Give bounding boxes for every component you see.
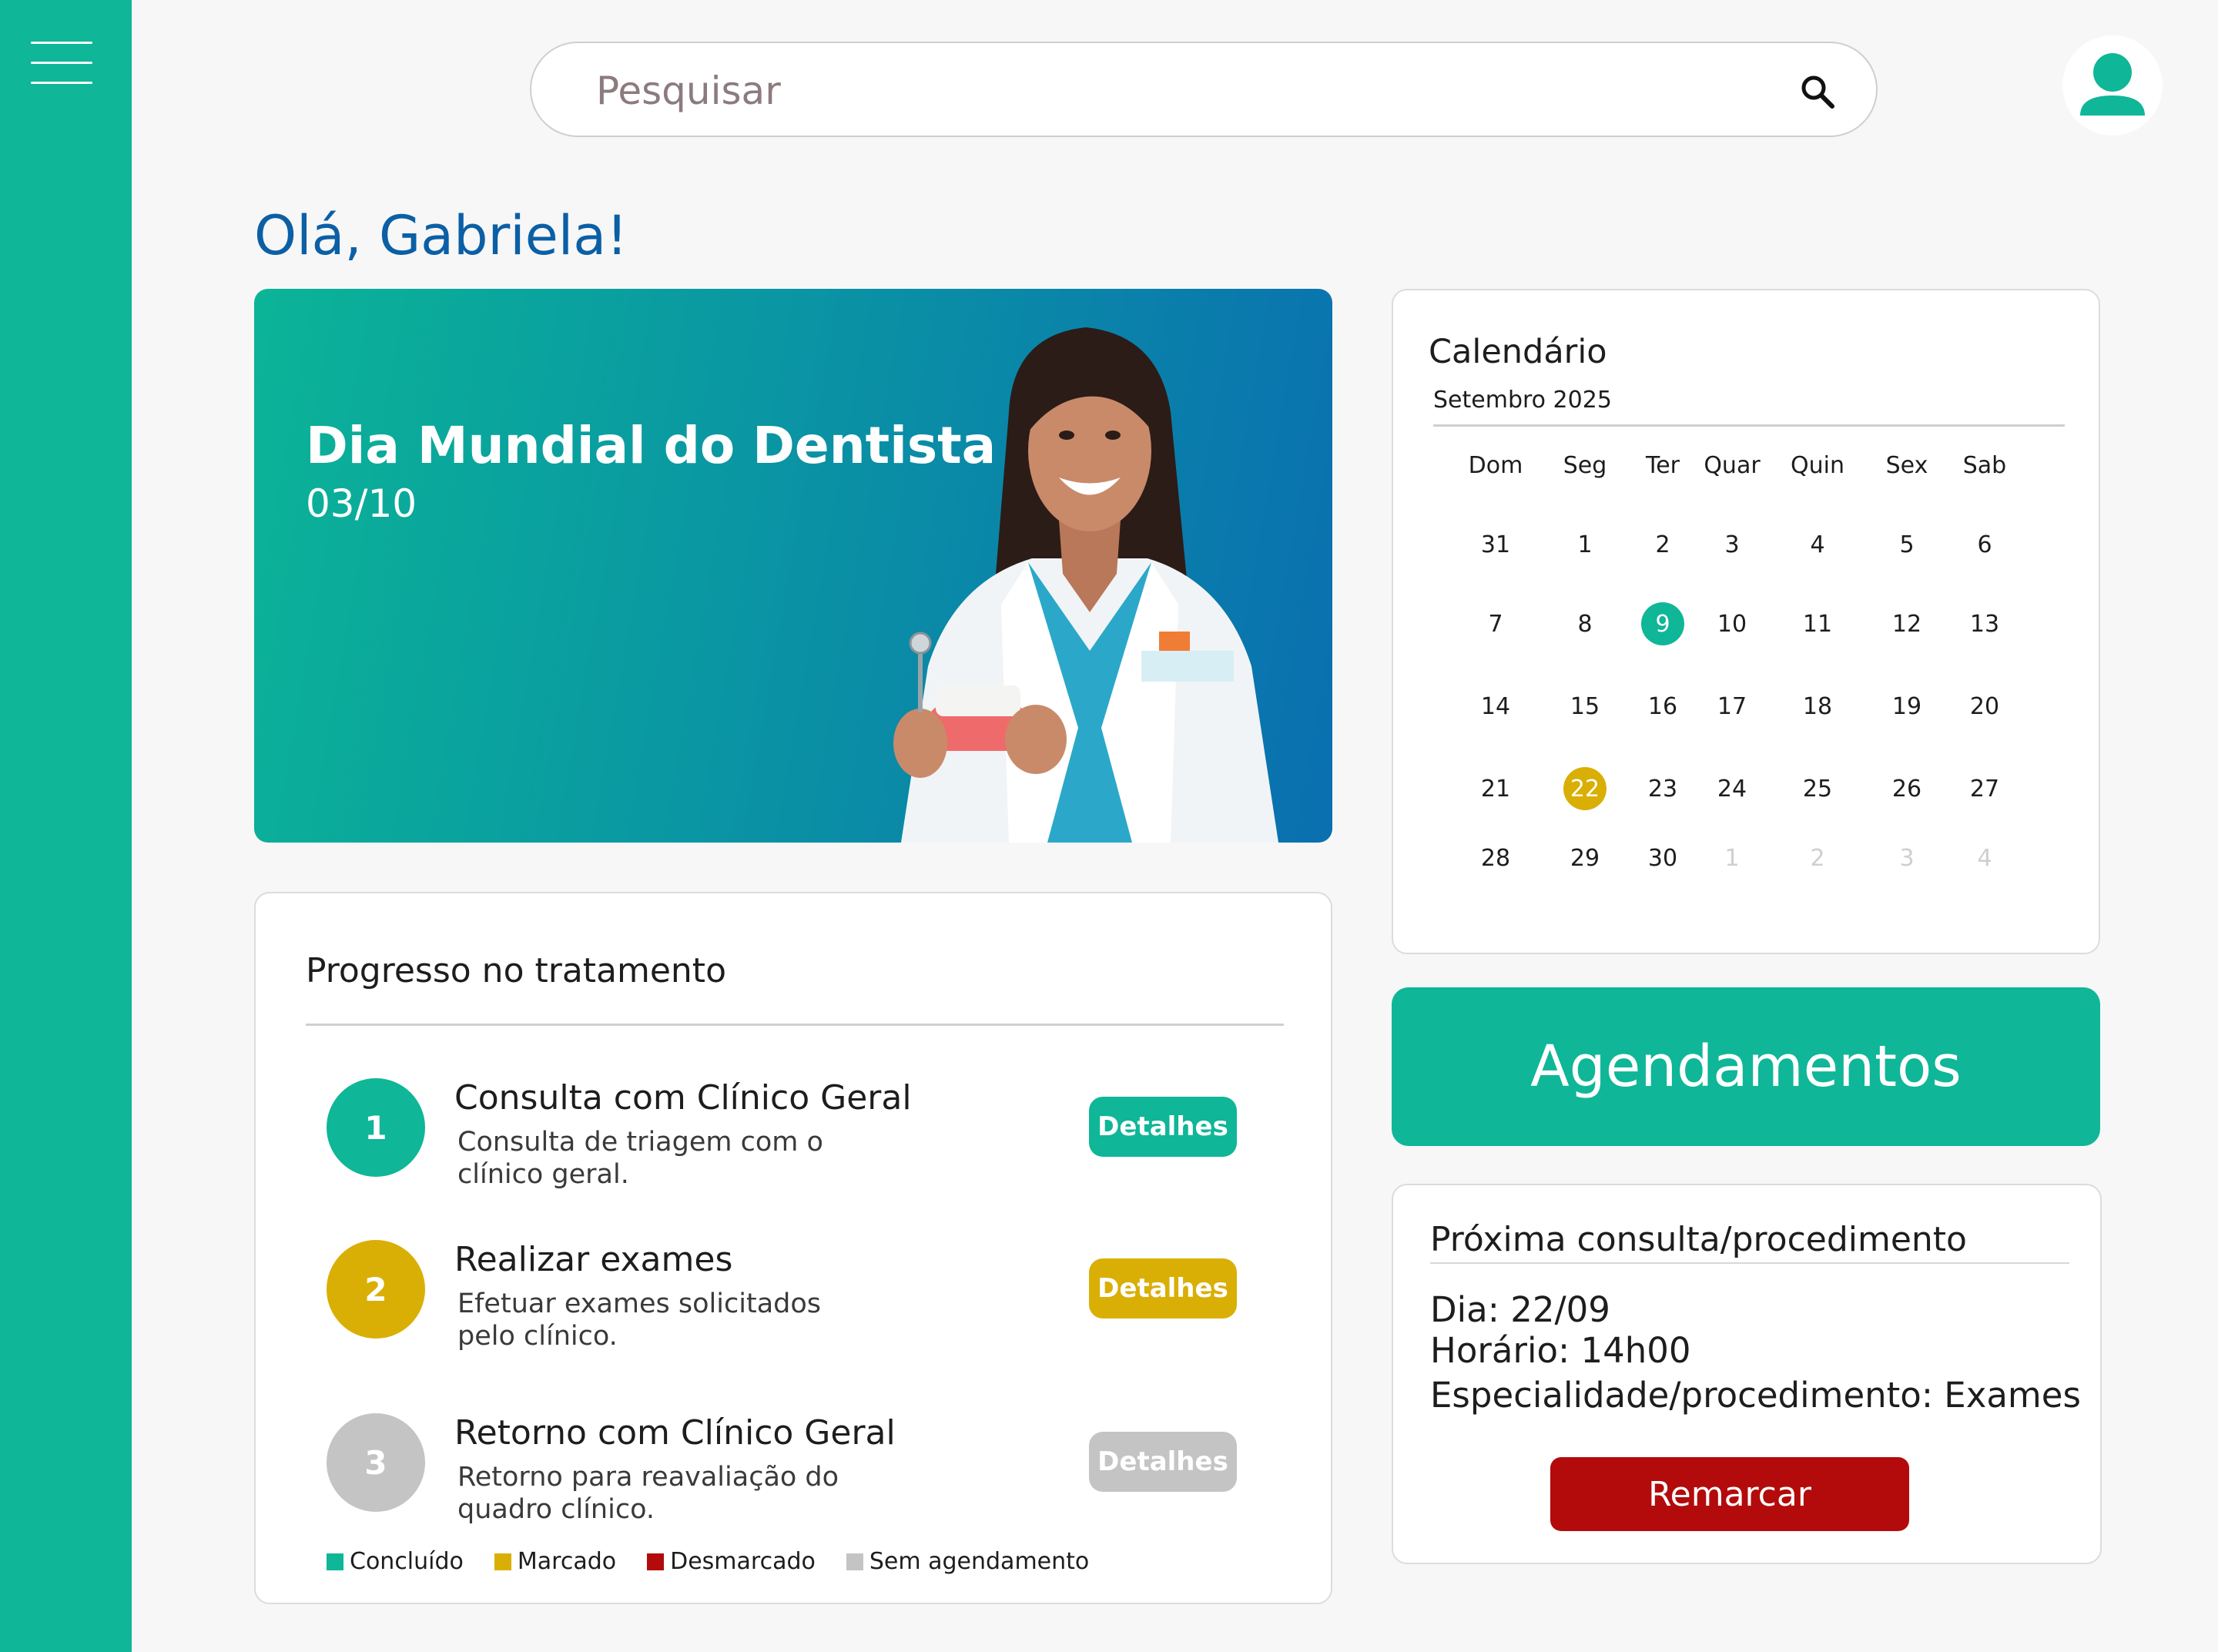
- calendar-day[interactable]: 30: [1641, 836, 1684, 880]
- appointment-day: Dia: 22/09: [1430, 1289, 1610, 1330]
- legend-label: Desmarcado: [670, 1548, 816, 1575]
- search-bar: [530, 42, 1878, 137]
- user-icon: [2080, 53, 2145, 116]
- step-number-badge: 3: [327, 1413, 425, 1512]
- treatment-step-2: 2 Realizar exames Efetuar exames solicit…: [256, 1240, 1331, 1355]
- banner-date: 03/10: [306, 481, 417, 526]
- calendar-weekday: Quin: [1791, 452, 1844, 479]
- calendar-day[interactable]: 3: [1710, 523, 1754, 566]
- details-button[interactable]: Detalhes: [1089, 1258, 1237, 1319]
- sidebar: [0, 0, 132, 1652]
- calendar-title: Calendário: [1429, 333, 1607, 371]
- calendar-weekday: Sex: [1885, 452, 1928, 479]
- calendar-day[interactable]: 12: [1885, 602, 1928, 645]
- calendar-day[interactable]: 27: [1963, 767, 2006, 810]
- calendar-day[interactable]: 20: [1963, 685, 2006, 728]
- search-icon[interactable]: [1798, 72, 1837, 111]
- appointment-time: Horário: 14h00: [1430, 1330, 1691, 1371]
- calendar-day[interactable]: 25: [1796, 767, 1839, 810]
- calendar-weekday: Sab: [1962, 452, 2007, 479]
- legend-item-completed: Concluído: [327, 1548, 464, 1575]
- hamburger-menu-icon[interactable]: [31, 40, 92, 86]
- next-appointment-title: Próxima consulta/procedimento: [1430, 1220, 1967, 1259]
- calendar-day[interactable]: 4: [1963, 836, 2006, 880]
- calendar-weekday: Quar: [1704, 452, 1761, 479]
- divider: [1433, 424, 2065, 427]
- next-appointment-card: Próxima consulta/procedimento Dia: 22/09…: [1392, 1184, 2102, 1564]
- status-legend: Concluído Marcado Desmarcado Sem agendam…: [327, 1548, 1120, 1575]
- calendar-card: Calendário Setembro 2025 Dom Seg Ter Quar Qu…: [1392, 289, 2100, 954]
- calendar-day[interactable]: 22: [1563, 767, 1607, 810]
- calendar-day[interactable]: 15: [1563, 685, 1607, 728]
- calendar-day[interactable]: 16: [1641, 685, 1684, 728]
- dentist-illustration: [893, 327, 1278, 843]
- appointment-specialty: Especialidade/procedimento: Exames: [1430, 1375, 2081, 1416]
- calendar-day[interactable]: 29: [1563, 836, 1607, 880]
- calendar-day[interactable]: 28: [1474, 836, 1517, 880]
- calendar-day[interactable]: 11: [1796, 602, 1839, 645]
- user-avatar[interactable]: [2062, 35, 2163, 136]
- step-description: Consulta de triagem com o clínico geral.: [457, 1127, 823, 1190]
- step-number-badge: 1: [327, 1078, 425, 1177]
- calendar-day[interactable]: 8: [1563, 602, 1607, 645]
- calendar-day[interactable]: 10: [1710, 602, 1754, 645]
- calendar-day[interactable]: 5: [1885, 523, 1928, 566]
- calendar-month: Setembro 2025: [1433, 387, 1612, 414]
- details-button[interactable]: Detalhes: [1089, 1432, 1237, 1492]
- calendar-day[interactable]: 2: [1641, 523, 1684, 566]
- progress-title: Progresso no tratamento: [306, 951, 726, 990]
- calendar-day[interactable]: 1: [1563, 523, 1607, 566]
- calendar-day[interactable]: 14: [1474, 685, 1517, 728]
- calendar-weekday: Ter: [1645, 452, 1680, 479]
- calendar-day[interactable]: 6: [1963, 523, 2006, 566]
- step-title: Retorno com Clínico Geral: [454, 1413, 896, 1453]
- step-description: Efetuar exames solicitados pelo clínico.: [457, 1288, 822, 1352]
- step-title: Realizar exames: [454, 1240, 733, 1279]
- calendar-day[interactable]: 26: [1885, 767, 1928, 810]
- calendar-day[interactable]: 1: [1710, 836, 1754, 880]
- calendar-day[interactable]: 3: [1885, 836, 1928, 880]
- calendar-day[interactable]: 2: [1796, 836, 1839, 880]
- greeting-title: Olá, Gabriela!: [254, 204, 628, 267]
- treatment-progress-card: Progresso no tratamento 1 Consulta com C…: [254, 892, 1332, 1604]
- calendar-day[interactable]: 23: [1641, 767, 1684, 810]
- legend-item-unscheduled: Sem agendamento: [846, 1548, 1089, 1575]
- legend-item-scheduled: Marcado: [494, 1548, 616, 1575]
- appointments-button[interactable]: Agendamentos: [1392, 987, 2100, 1146]
- calendar-day[interactable]: 19: [1885, 685, 1928, 728]
- calendar-day[interactable]: 21: [1474, 767, 1517, 810]
- reschedule-button[interactable]: Remarcar: [1550, 1457, 1909, 1531]
- calendar-day[interactable]: 24: [1710, 767, 1754, 810]
- divider: [306, 1024, 1284, 1026]
- step-title: Consulta com Clínico Geral: [454, 1078, 912, 1118]
- step-description: Retorno para reavaliação do quadro clíni…: [457, 1462, 839, 1525]
- treatment-step-1: 1 Consulta com Clínico Geral Consulta de…: [256, 1078, 1331, 1194]
- calendar-day[interactable]: 13: [1963, 602, 2006, 645]
- calendar-weekday: Dom: [1468, 452, 1523, 479]
- treatment-step-3: 3 Retorno com Clínico Geral Retorno para…: [256, 1413, 1331, 1529]
- details-button[interactable]: Detalhes: [1089, 1097, 1237, 1157]
- calendar-weekday: Seg: [1563, 452, 1607, 479]
- legend-swatch: [846, 1553, 863, 1570]
- calendar-day[interactable]: 4: [1796, 523, 1839, 566]
- step-number-badge: 2: [327, 1240, 425, 1339]
- calendar-day[interactable]: 9: [1641, 602, 1684, 645]
- legend-swatch: [327, 1553, 343, 1570]
- legend-swatch: [494, 1553, 511, 1570]
- legend-item-cancelled: Desmarcado: [647, 1548, 816, 1575]
- legend-label: Marcado: [517, 1548, 617, 1575]
- legend-label: Concluído: [350, 1548, 464, 1575]
- calendar-day[interactable]: 31: [1474, 523, 1517, 566]
- calendar-day[interactable]: 7: [1474, 602, 1517, 645]
- divider: [1430, 1262, 2069, 1264]
- legend-swatch: [647, 1553, 665, 1570]
- legend-label: Sem agendamento: [869, 1548, 1090, 1575]
- search-input[interactable]: [596, 60, 1736, 122]
- promo-banner[interactable]: Dia Mundial do Dentista 03/10: [254, 289, 1332, 843]
- calendar-day[interactable]: 18: [1796, 685, 1839, 728]
- calendar-day[interactable]: 17: [1710, 685, 1754, 728]
